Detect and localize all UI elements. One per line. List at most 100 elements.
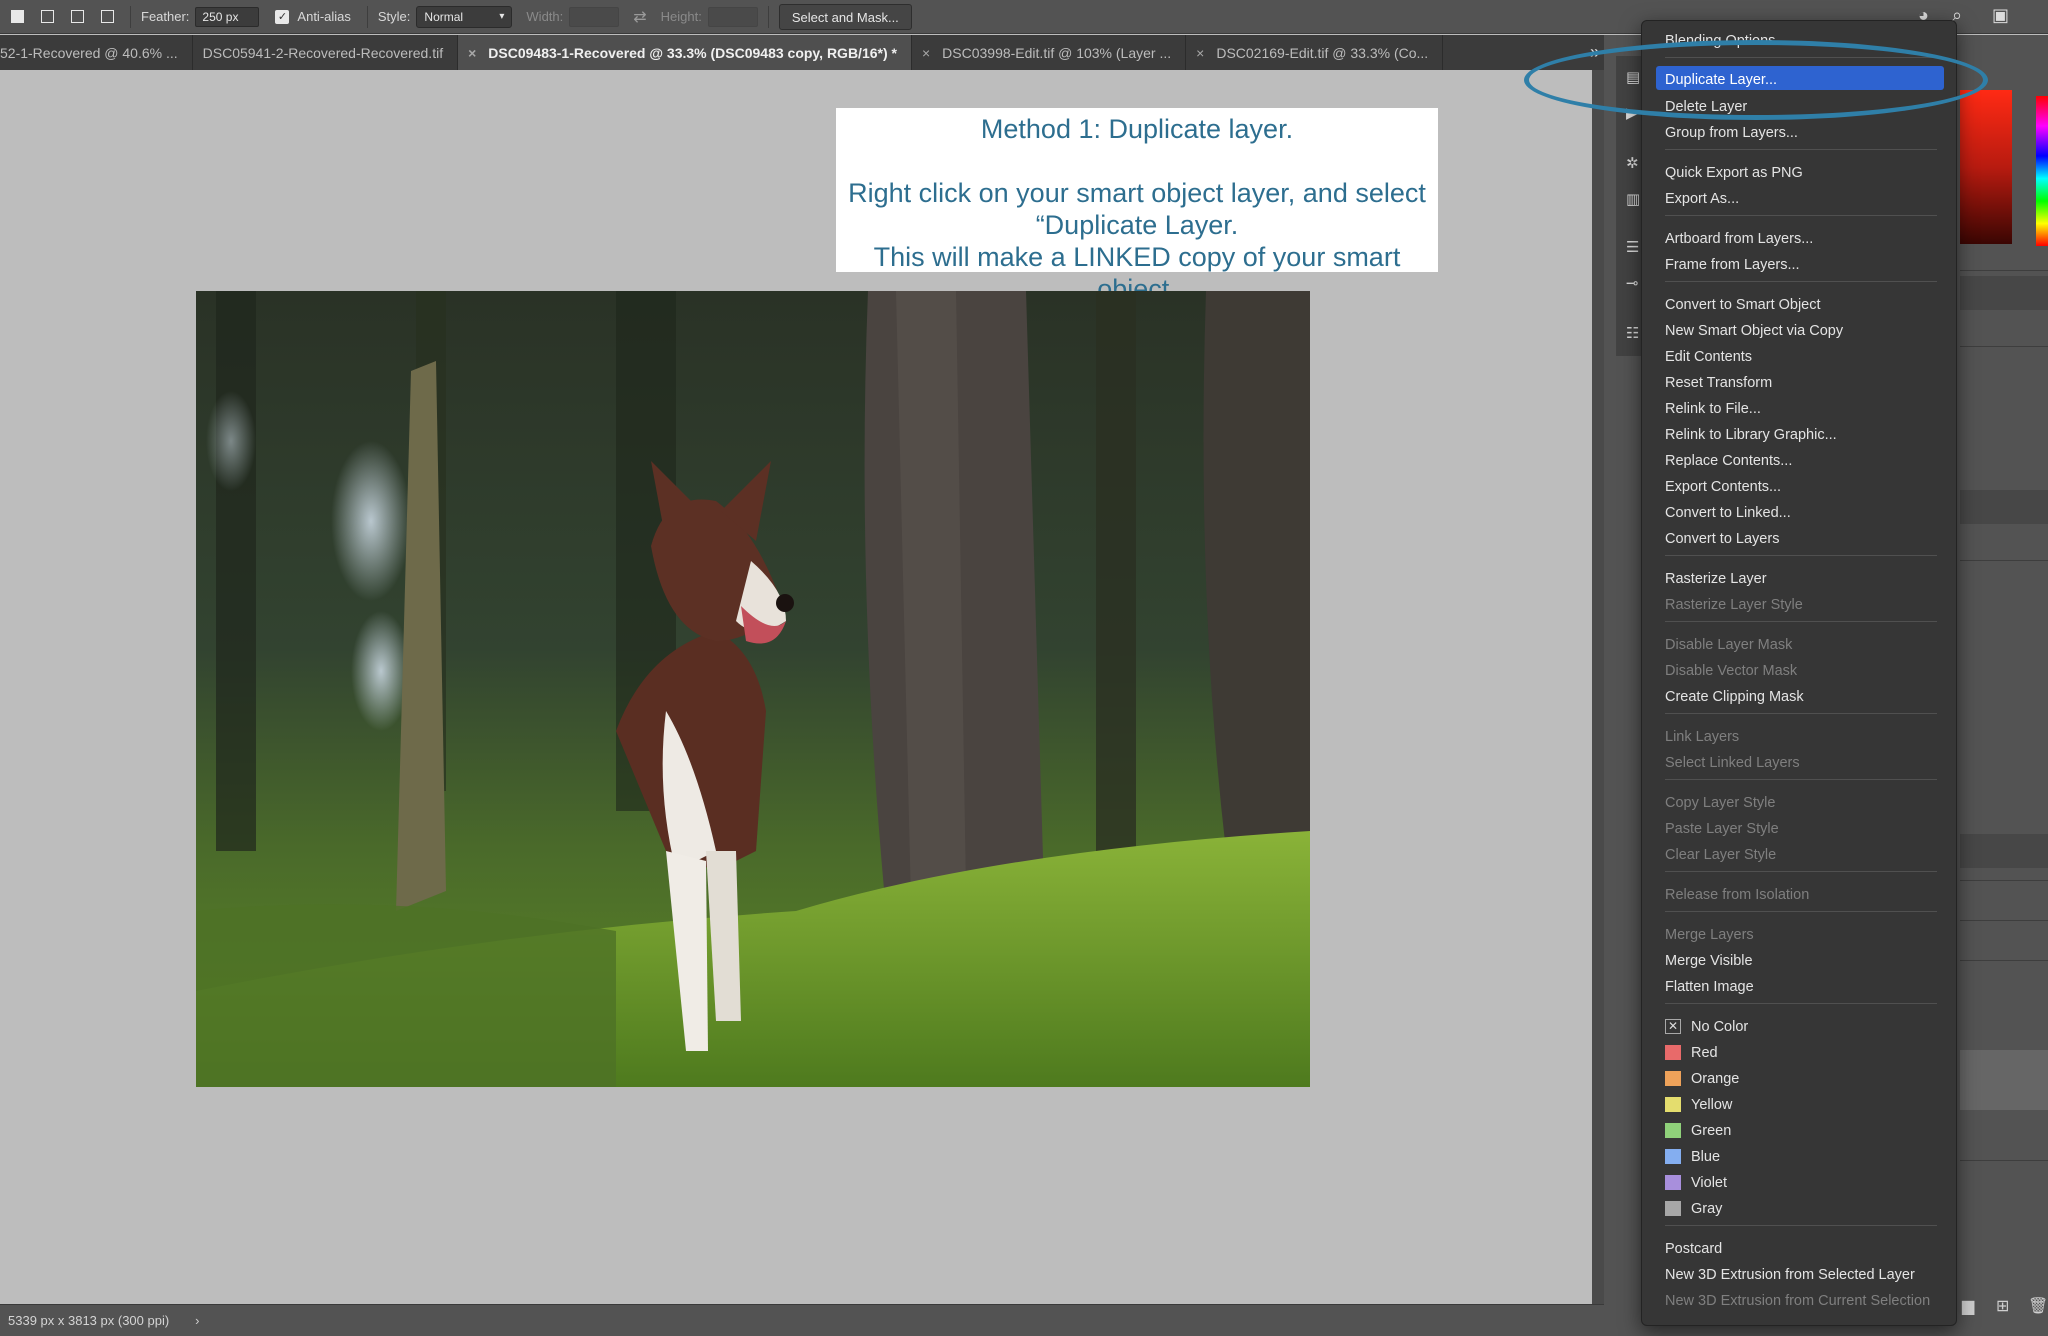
menu-item-copy-layer-style[interactable]: Copy Layer Style <box>1656 789 1944 813</box>
menu-item-relink-to-library-graphic[interactable]: Relink to Library Graphic... <box>1656 421 1944 445</box>
menu-item-clear-layer-style[interactable]: Clear Layer Style <box>1656 841 1944 865</box>
folder-icon[interactable]: ▆ <box>1962 1296 1974 1316</box>
menu-item-edit-contents[interactable]: Edit Contents <box>1656 343 1944 367</box>
menu-item-green[interactable]: Green <box>1656 1117 1944 1141</box>
menu-item-convert-to-linked[interactable]: Convert to Linked... <box>1656 499 1944 523</box>
tab-document-4[interactable]: × DSC03998-Edit.tif @ 103% (Layer ... <box>912 35 1187 70</box>
chevron-right-icon[interactable]: › <box>195 1313 199 1328</box>
height-label: Height: <box>660 9 702 24</box>
tab-document-2[interactable]: DSC05941-2-Recovered-Recovered.tif <box>193 35 459 70</box>
menu-item-new-smart-object-via-copy[interactable]: New Smart Object via Copy <box>1656 317 1944 341</box>
menu-divider <box>1665 713 1937 714</box>
swap-width-height-icon[interactable]: ⇄ <box>633 7 646 27</box>
panel-divider <box>1960 270 2048 271</box>
menu-item-label: Red <box>1691 1044 1718 1061</box>
trash-icon[interactable]: 🗑 <box>2028 1296 2048 1316</box>
style-select[interactable]: Normal ▾ <box>416 5 513 28</box>
subtract-from-selection-icon[interactable] <box>64 6 90 28</box>
red-swatch <box>1665 1045 1681 1060</box>
menu-item-yellow[interactable]: Yellow <box>1656 1091 1944 1115</box>
green-swatch <box>1665 1123 1681 1138</box>
document-size-info: 5339 px x 3813 px (300 ppi) <box>8 1313 170 1328</box>
menu-item-disable-layer-mask[interactable]: Disable Layer Mask <box>1656 631 1944 655</box>
tab-document-5[interactable]: × DSC02169-Edit.tif @ 33.3% (Co... <box>1186 35 1444 70</box>
workspace-icon[interactable]: ▣ <box>1992 5 2009 26</box>
menu-item-new-3d-extrusion-current[interactable]: New 3D Extrusion from Current Selection <box>1656 1287 1944 1311</box>
close-icon[interactable]: × <box>1196 45 1204 61</box>
history-icon[interactable]: ▤ <box>1626 68 1640 86</box>
menu-item-group-from-layers[interactable]: Group from Layers... <box>1656 119 1944 143</box>
menu-item-create-clipping-mask[interactable]: Create Clipping Mask <box>1656 683 1944 707</box>
menu-item-label: Orange <box>1691 1070 1740 1087</box>
menu-item-duplicate-layer[interactable]: Duplicate Layer... <box>1656 66 1944 90</box>
menu-item-orange[interactable]: Orange <box>1656 1065 1944 1089</box>
menu-divider <box>1665 281 1937 282</box>
intersect-selection-icon[interactable] <box>94 6 120 28</box>
adjustments-icon[interactable]: ✲ <box>1626 154 1639 172</box>
select-and-mask-button[interactable]: Select and Mask... <box>778 3 912 30</box>
menu-item-paste-layer-style[interactable]: Paste Layer Style <box>1656 815 1944 839</box>
menu-item-label: Blue <box>1691 1148 1721 1165</box>
close-icon[interactable]: × <box>922 45 930 61</box>
caption-line: Method 1: Duplicate layer. <box>980 114 1294 144</box>
no-color-swatch-icon: ✕ <box>1665 1019 1681 1034</box>
menu-item-disable-vector-mask[interactable]: Disable Vector Mask <box>1656 657 1944 681</box>
menu-item-delete-layer[interactable]: Delete Layer <box>1656 93 1944 117</box>
menu-item-violet[interactable]: Violet <box>1656 1169 1944 1193</box>
panel-divider <box>1960 920 2048 921</box>
menu-divider <box>1665 911 1937 912</box>
panel-divider <box>1960 560 2048 561</box>
menu-item-postcard[interactable]: Postcard <box>1656 1235 1944 1259</box>
tab-document-3-active[interactable]: × DSC09483-1-Recovered @ 33.3% (DSC09483… <box>458 35 912 70</box>
vertical-scrollbar[interactable] <box>1592 70 1604 1304</box>
add-to-selection-icon[interactable] <box>34 6 60 28</box>
new-layer-icon[interactable]: ⊞ <box>1996 1296 2009 1316</box>
menu-item-link-layers[interactable]: Link Layers <box>1656 723 1944 747</box>
menu-item-export-contents[interactable]: Export Contents... <box>1656 473 1944 497</box>
more-tabs-icon[interactable]: » <box>1590 42 1600 63</box>
menu-item-no-color[interactable]: ✕ No Color <box>1656 1013 1944 1037</box>
menu-item-blending-options[interactable]: Blending Options... <box>1656 27 1944 51</box>
menu-item-release-from-isolation[interactable]: Release from Isolation <box>1656 881 1944 905</box>
tab-label: DSC02169-Edit.tif @ 33.3% (Co... <box>1216 44 1429 61</box>
height-input[interactable] <box>707 6 758 27</box>
menu-item-export-as[interactable]: Export As... <box>1656 185 1944 209</box>
menu-item-select-linked-layers[interactable]: Select Linked Layers <box>1656 749 1944 773</box>
menu-item-quick-export-png[interactable]: Quick Export as PNG <box>1656 159 1944 183</box>
menu-item-blue[interactable]: Blue <box>1656 1143 1944 1167</box>
menu-item-flatten-image[interactable]: Flatten Image <box>1656 973 1944 997</box>
orange-swatch <box>1665 1071 1681 1086</box>
caption-line: Right click on your smart object layer, … <box>848 178 1426 208</box>
menu-item-red[interactable]: Red <box>1656 1039 1944 1063</box>
antialias-checkbox[interactable]: ✓ <box>275 9 290 24</box>
histogram-icon[interactable]: ▥ <box>1626 190 1640 208</box>
menu-item-rasterize-layer-style[interactable]: Rasterize Layer Style <box>1656 591 1944 615</box>
new-selection-icon[interactable] <box>4 6 30 28</box>
menu-item-relink-to-file[interactable]: Relink to File... <box>1656 395 1944 419</box>
menu-item-merge-layers[interactable]: Merge Layers <box>1656 921 1944 945</box>
properties-icon[interactable]: ⊸ <box>1626 274 1639 292</box>
menu-item-new-3d-extrusion-selected[interactable]: New 3D Extrusion from Selected Layer <box>1656 1261 1944 1285</box>
paragraph-icon[interactable]: ☰ <box>1626 238 1639 256</box>
menu-item-convert-to-smart-object[interactable]: Convert to Smart Object <box>1656 291 1944 315</box>
width-input[interactable] <box>569 6 620 27</box>
menu-item-reset-transform[interactable]: Reset Transform <box>1656 369 1944 393</box>
menu-item-replace-contents[interactable]: Replace Contents... <box>1656 447 1944 471</box>
tab-document-1[interactable]: 52-1-Recovered @ 40.6% ... <box>0 35 193 70</box>
feather-input[interactable]: 250 px <box>195 6 260 27</box>
libraries-icon[interactable]: ☷ <box>1626 324 1639 342</box>
close-icon[interactable]: × <box>468 45 476 61</box>
menu-item-rasterize-layer[interactable]: Rasterize Layer <box>1656 565 1944 589</box>
menu-item-frame-from-layers[interactable]: Frame from Layers... <box>1656 251 1944 275</box>
menu-item-convert-to-layers[interactable]: Convert to Layers <box>1656 525 1944 549</box>
menu-item-gray[interactable]: Gray <box>1656 1195 1944 1219</box>
menu-divider <box>1665 215 1937 216</box>
menu-item-merge-visible[interactable]: Merge Visible <box>1656 947 1944 971</box>
color-picker-field[interactable] <box>1960 90 2012 244</box>
hue-slider[interactable] <box>2036 96 2048 246</box>
menu-item-artboard-from-layers[interactable]: Artboard from Layers... <box>1656 225 1944 249</box>
tab-label: DSC05941-2-Recovered-Recovered.tif <box>202 44 444 61</box>
play-actions-icon[interactable]: ▶ <box>1626 104 1638 122</box>
layer-row-selected[interactable] <box>1960 1050 2048 1110</box>
menu-divider <box>1665 871 1937 872</box>
